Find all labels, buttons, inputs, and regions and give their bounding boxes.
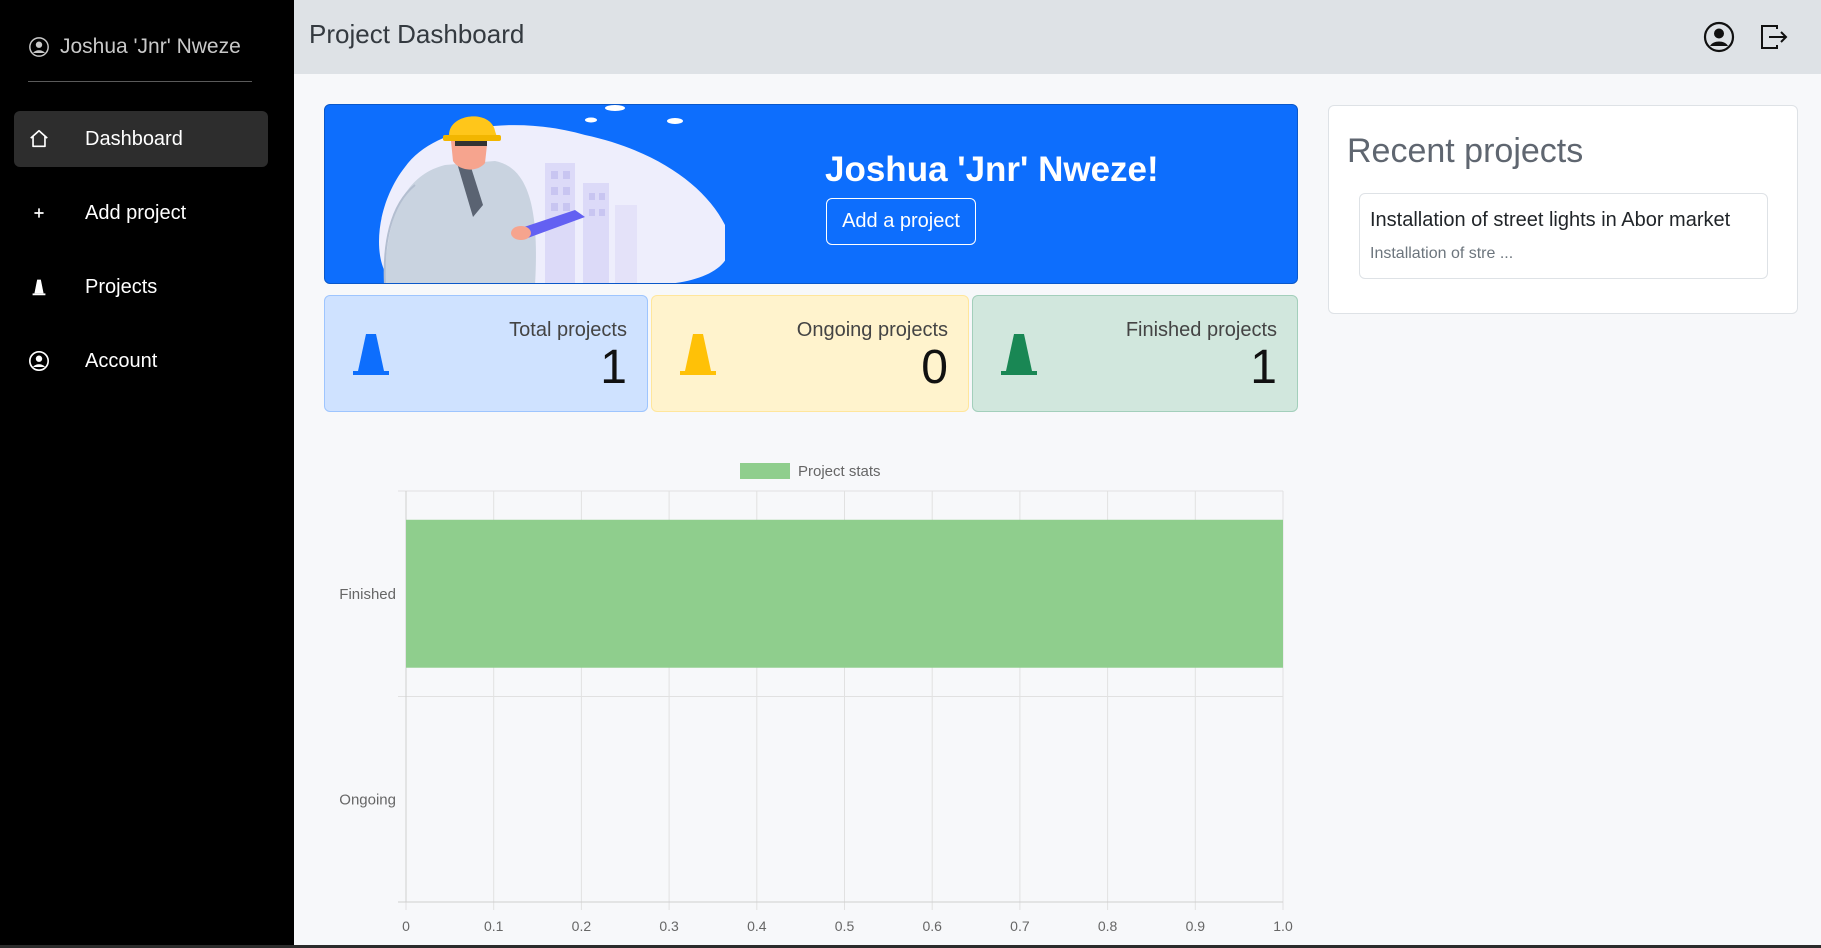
stat-label: Total projects [509, 319, 627, 341]
sidebar-item-add-project[interactable]: Add project [14, 185, 268, 241]
chart-tick-label: 1.0 [1273, 918, 1293, 934]
sidebar-item-label: Add project [85, 201, 187, 224]
sidebar-item-projects[interactable]: Projects [14, 259, 268, 315]
sidebar-item-label: Account [85, 349, 158, 372]
sidebar-user-name: Joshua 'Jnr' Nweze [60, 35, 241, 58]
stat-value: 0 [921, 341, 948, 394]
chart-tick-label: 0.9 [1186, 918, 1206, 934]
stat-label: Finished projects [1125, 319, 1277, 341]
cone-icon [349, 330, 393, 378]
sidebar-user[interactable]: Joshua 'Jnr' Nweze [28, 33, 241, 61]
sidebar-item-label: Dashboard [85, 127, 183, 150]
sidebar-item-account[interactable]: Account [14, 333, 268, 389]
recent-projects-title: Recent projects [1347, 132, 1584, 170]
person-circle-icon [29, 37, 49, 57]
stat-card-ongoing: Ongoing projects 0 [651, 295, 969, 412]
engineer-illustration [379, 105, 725, 283]
person-circle-icon [28, 350, 50, 372]
chart-tick-label: 0 [402, 918, 410, 934]
chart-category-label: Finished [339, 586, 396, 603]
cone-icon [676, 330, 720, 378]
recent-project-title: Installation of street lights in Abor ma… [1370, 209, 1731, 231]
sidebar: Joshua 'Jnr' Nweze Dashboard Add project… [0, 0, 294, 948]
page-title: Project Dashboard [309, 19, 525, 49]
cone-icon [28, 276, 50, 298]
chart-legend-swatch [740, 463, 790, 479]
chart-canvas: 0 0.1 0.2 0.3 0.4 0.5 0.6 0.7 0.8 0.9 1.0 Finished O… [339, 463, 1293, 934]
house-icon [28, 128, 50, 150]
add-project-button[interactable]: Add a project [826, 198, 976, 245]
topbar: Project Dashboard [294, 0, 1821, 74]
sidebar-nav: Dashboard Add project Projects Account [14, 111, 268, 407]
chart-tick-label: 0.6 [922, 918, 942, 934]
recent-projects-panel: Recent projects Installation of street l… [1328, 105, 1798, 314]
stat-value: 1 [1250, 341, 1277, 394]
stat-value: 1 [600, 341, 627, 394]
chart-tick-label: 0.3 [659, 918, 679, 934]
sidebar-item-dashboard[interactable]: Dashboard [14, 111, 268, 167]
chart-tick-label: 0.5 [835, 918, 855, 934]
chart-tick-label: 0.4 [747, 918, 767, 934]
project-stats-chart: 0 0.1 0.2 0.3 0.4 0.5 0.6 0.7 0.8 0.9 1.0 Finished O… [324, 455, 1298, 948]
recent-project-desc: Installation of stre ... [1370, 245, 1514, 262]
stat-label: Ongoing projects [796, 319, 948, 341]
chart-tick-label: 0.1 [484, 918, 504, 934]
chart-category-label: Ongoing [339, 791, 396, 808]
recent-project-item[interactable]: Installation of street lights in Abor ma… [1359, 193, 1768, 279]
chart-bar [406, 519, 1283, 668]
stat-card-finished: Finished projects 1 [972, 295, 1298, 412]
cone-icon [997, 330, 1041, 378]
chart-legend-label: Project stats [798, 463, 881, 480]
sidebar-divider [28, 81, 252, 82]
logout-icon[interactable] [1758, 21, 1790, 53]
sidebar-item-label: Projects [85, 275, 158, 298]
account-icon[interactable] [1703, 21, 1735, 53]
chart-tick-label: 0.7 [1010, 918, 1030, 934]
chart-tick-label: 0.8 [1098, 918, 1118, 934]
stat-card-total: Total projects 1 [324, 295, 648, 412]
hero-banner: Joshua 'Jnr' Nweze! Add a project [324, 104, 1298, 284]
plus-icon [28, 202, 50, 224]
hero-greeting: Joshua 'Jnr' Nweze! [825, 150, 1159, 189]
chart-tick-label: 0.2 [572, 918, 592, 934]
